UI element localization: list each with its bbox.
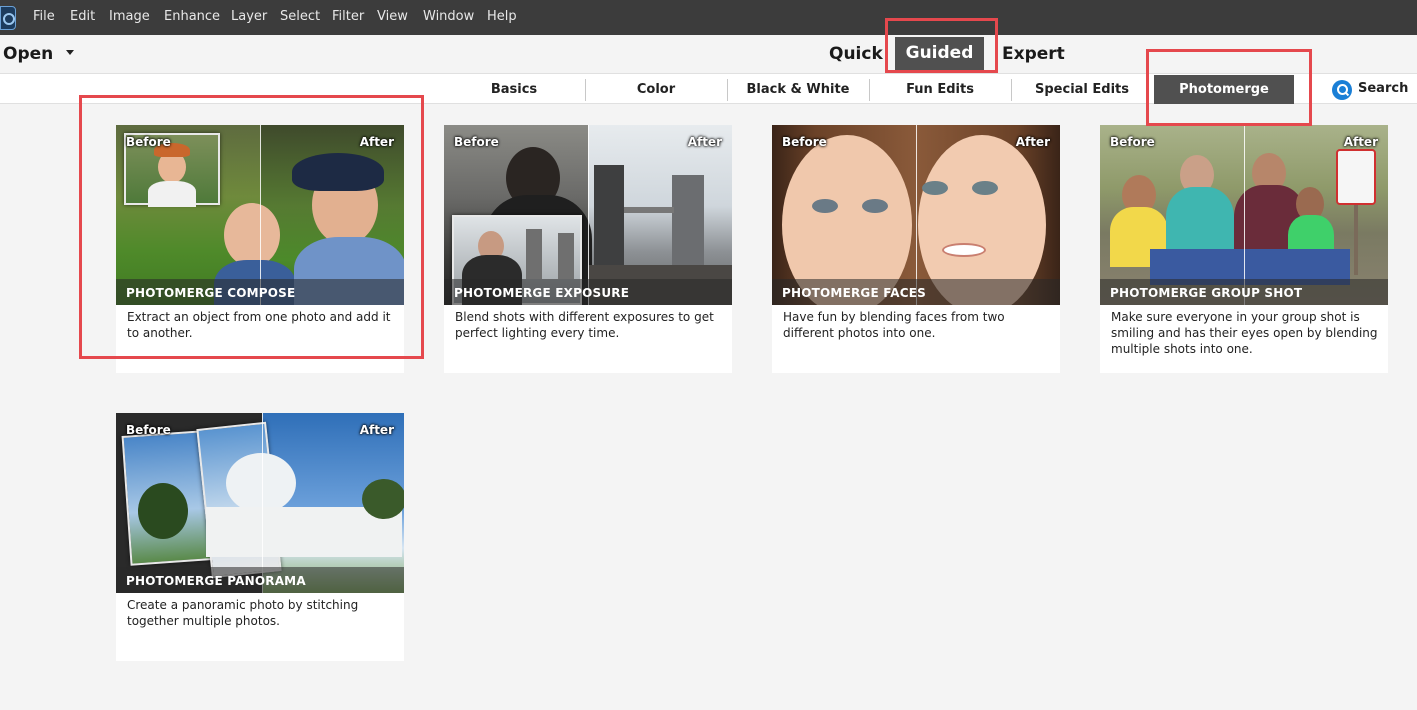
after-label: After [359,423,394,437]
after-label: After [687,135,722,149]
before-label: Before [1110,135,1155,149]
menu-filter[interactable]: Filter [332,9,364,24]
mode-bar: Open Quick Guided Expert [0,35,1417,73]
open-button[interactable]: Open [3,44,53,64]
after-label: After [1343,135,1378,149]
card-thumbnail[interactable]: Before After PHOTOMERGE FACES [772,125,1060,305]
menu-edit[interactable]: Edit [70,9,95,24]
boy-shirt-image [148,181,196,207]
eye-image [812,199,838,213]
card-thumbnail[interactable]: Before After PHOTOMERGE COMPOSE [116,125,404,305]
card-title: PHOTOMERGE PANORAMA [126,574,306,588]
mode-quick[interactable]: Quick [829,44,883,64]
sign-post-image [1354,205,1358,275]
before-after-divider [262,413,263,593]
tab-special-edits[interactable]: Special Edits [1012,79,1152,101]
card-title: PHOTOMERGE COMPOSE [126,286,296,300]
menu-enhance[interactable]: Enhance [164,9,220,24]
eye-image [972,181,998,195]
bridge-tower-image [558,233,574,279]
eye-image [922,181,948,195]
menu-file[interactable]: File [33,9,55,24]
before-label: Before [454,135,499,149]
menu-view[interactable]: View [377,9,408,24]
bridge-deck-image [624,207,674,213]
cap-image [292,153,384,191]
smile-image [942,243,986,257]
before-after-divider [916,125,917,305]
card-photomerge-exposure[interactable]: Before After PHOTOMERGE EXPOSURE Blend s… [444,125,732,373]
after-label: After [1015,135,1050,149]
tab-photomerge[interactable]: Photomerge [1154,75,1294,104]
card-photomerge-compose[interactable]: Before After PHOTOMERGE COMPOSE Extract … [116,125,404,373]
conservatory-dome-image [226,453,296,513]
card-description: Extract an object from one photo and add… [127,310,391,340]
card-photomerge-faces[interactable]: Before After PHOTOMERGE FACES Have fun b… [772,125,1060,373]
before-after-divider [588,125,589,305]
menu-window[interactable]: Window [423,9,474,24]
mode-expert[interactable]: Expert [1002,44,1065,64]
before-label: Before [126,135,171,149]
mode-guided[interactable]: Guided [895,37,984,70]
bridge-tower-image [594,165,624,275]
tree-image [138,483,188,539]
card-title: PHOTOMERGE EXPOSURE [454,286,630,300]
tab-black-white[interactable]: Black & White [728,79,868,101]
card-title: PHOTOMERGE GROUP SHOT [1110,286,1303,300]
search-label[interactable]: Search [1358,81,1408,96]
menu-bar: File Edit Image Enhance Layer Select Fil… [0,0,1417,35]
card-thumbnail[interactable]: Before After PHOTOMERGE PANORAMA [116,413,404,593]
card-photomerge-group-shot[interactable]: Before After PHOTOMERGE GROUP SHOT Make … [1100,125,1388,373]
before-after-divider [260,125,261,305]
card-description: Create a panoramic photo by stitching to… [127,598,359,628]
open-dropdown-icon[interactable] [66,50,74,55]
bridge-tower-image [672,175,704,275]
card-thumbnail[interactable]: Before After PHOTOMERGE GROUP SHOT [1100,125,1388,305]
tab-fun-edits[interactable]: Fun Edits [870,79,1010,101]
menu-help[interactable]: Help [487,9,517,24]
boy-face-image [224,203,280,267]
menu-layer[interactable]: Layer [231,9,267,24]
search-icon[interactable] [1332,80,1352,100]
bridge-tower-image [526,229,542,279]
card-photomerge-panorama[interactable]: Before After PHOTOMERGE PANORAMA Create … [116,413,404,661]
after-label: After [359,135,394,149]
tab-basics[interactable]: Basics [444,79,584,101]
eye-image [862,199,888,213]
card-title: PHOTOMERGE FACES [782,286,926,300]
before-after-divider [1244,125,1245,305]
menu-image[interactable]: Image [109,9,150,24]
tab-color[interactable]: Color [586,79,726,101]
card-thumbnail[interactable]: Before After PHOTOMERGE EXPOSURE [444,125,732,305]
app-logo-icon[interactable] [0,6,16,30]
category-tab-bar: Basics Color Black & White Fun Edits Spe… [0,73,1417,104]
card-description: Blend shots with different exposures to … [455,310,714,340]
tree-image [362,479,404,519]
before-label: Before [126,423,171,437]
before-label: Before [782,135,827,149]
card-description: Have fun by blending faces from two diff… [783,310,1005,340]
menu-select[interactable]: Select [280,9,320,24]
card-description: Make sure everyone in your group shot is… [1111,310,1378,356]
no-parking-sign-image [1336,149,1376,205]
